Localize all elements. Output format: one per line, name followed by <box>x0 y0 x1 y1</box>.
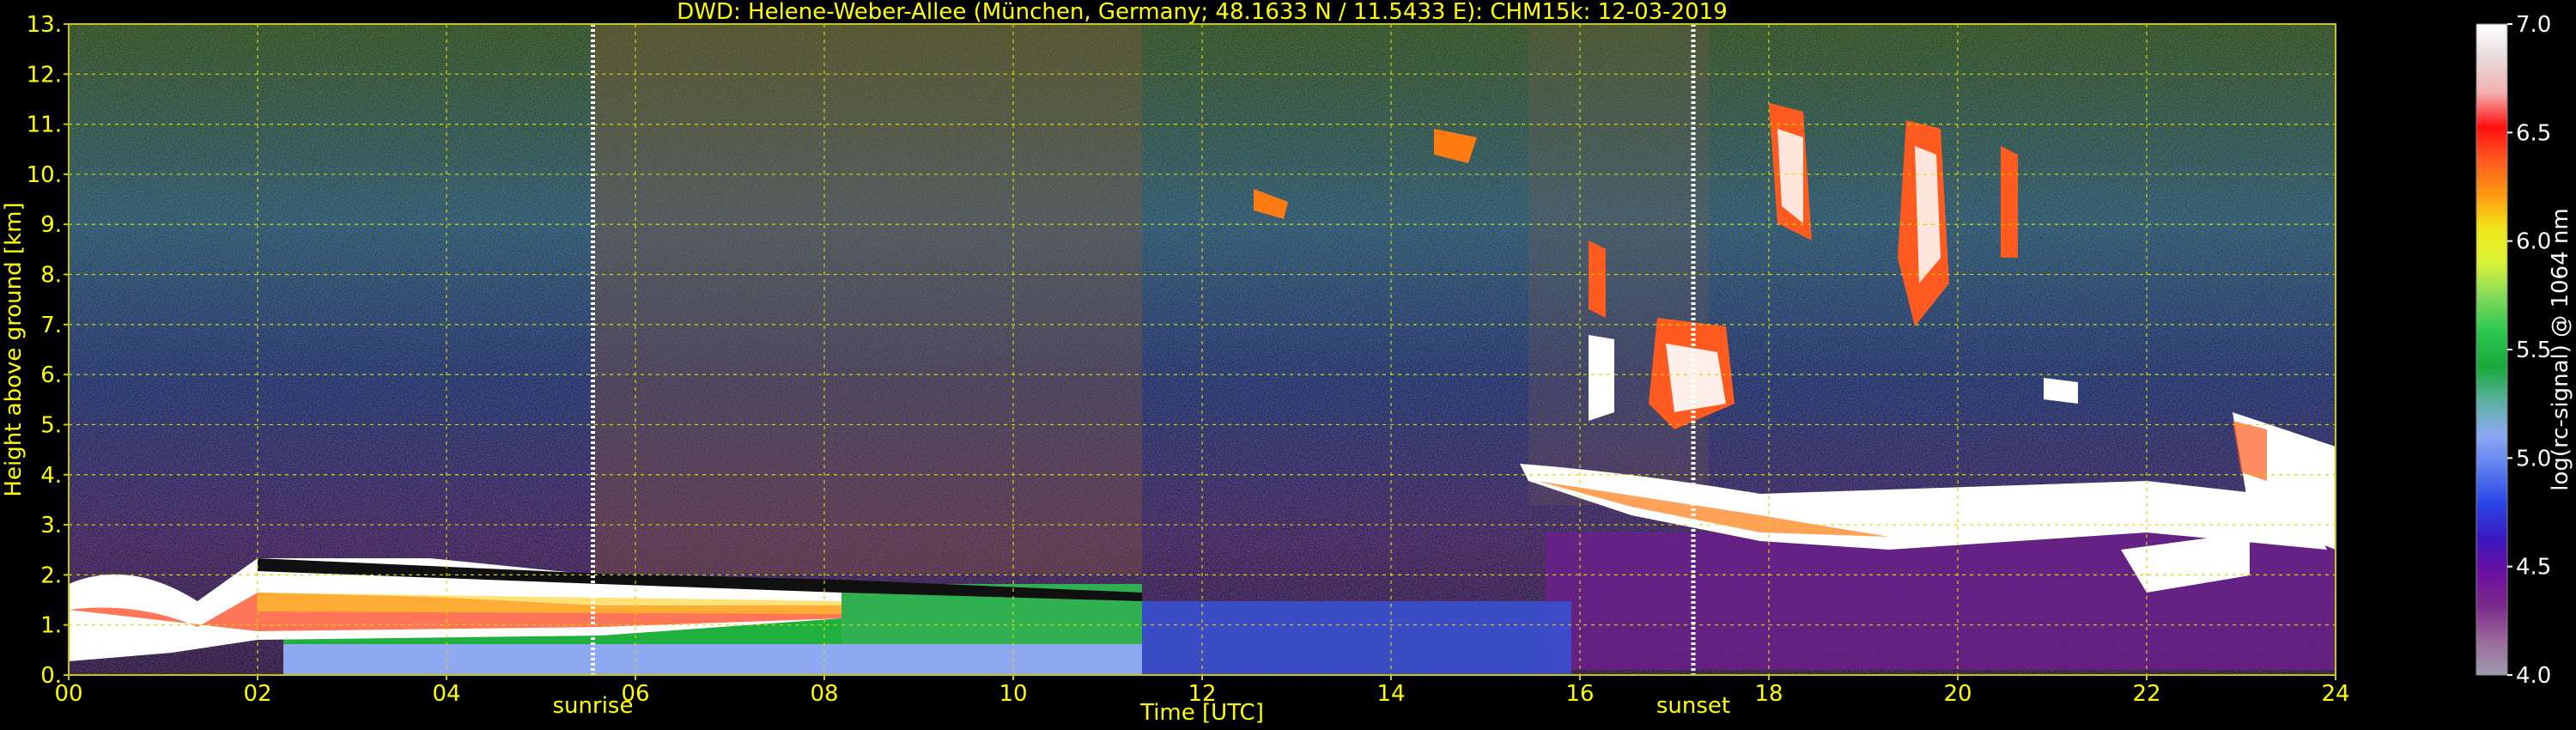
colorbar-tick-label: 6.0 <box>2516 229 2551 255</box>
y-axis-label: Height above ground [km] <box>1 202 27 496</box>
sun-event-label: sunset <box>1656 693 1730 719</box>
colorbar-label: log(rc-signal) @ 1064 nm <box>2548 208 2573 490</box>
y-tick-label: 13. <box>27 12 62 38</box>
y-tick-label: 11. <box>27 113 62 138</box>
x-tick-label: 20 <box>1943 681 1971 707</box>
colorbar-tick-label: 7.0 <box>2516 12 2551 38</box>
y-tick-label: 9. <box>40 212 62 238</box>
x-tick-label: 18 <box>1754 681 1783 707</box>
x-tick-label: 24 <box>2321 681 2349 707</box>
ceilometer-chart: sunrise sunset 00 02 04 06 08 10 12 14 16 18 20 22 24… <box>1 0 2573 726</box>
x-tick-label: 22 <box>2132 681 2160 707</box>
colorbar-tick-label: 4.5 <box>2516 555 2551 581</box>
x-tick-label: 14 <box>1376 681 1405 707</box>
y-ticks: 0. 1. 2. 3. 4. 5. 6. 7. 8. 9. 10. 11. 12. 13. <box>27 12 69 689</box>
x-tick-label: 10 <box>999 681 1027 707</box>
x-axis-label: Time [UTC] <box>1139 700 1264 726</box>
y-tick-label: 4. <box>40 463 62 489</box>
x-tick-label: 04 <box>432 681 460 707</box>
x-tick-label: 08 <box>810 681 838 707</box>
chart-title: DWD: Helene-Weber-Allee (München, German… <box>677 0 1728 25</box>
x-tick-label: 06 <box>621 681 649 707</box>
y-tick-label: 6. <box>40 362 62 388</box>
y-tick-label: 0. <box>40 663 62 689</box>
x-tick-label: 02 <box>243 681 271 707</box>
y-tick-label: 8. <box>40 263 62 289</box>
y-tick-label: 12. <box>27 62 62 88</box>
x-tick-label: 16 <box>1565 681 1594 707</box>
y-tick-label: 7. <box>40 313 62 338</box>
y-tick-label: 10. <box>27 162 62 188</box>
colorbar-tick-label: 5.0 <box>2516 446 2551 471</box>
y-tick-label: 5. <box>40 412 62 438</box>
y-tick-label: 3. <box>40 513 62 538</box>
y-tick-label: 2. <box>40 563 62 588</box>
colorbar-tick-label: 4.0 <box>2516 663 2551 689</box>
colorbar-tick-label: 5.5 <box>2516 338 2551 363</box>
colorbar-ticks: 4.0 4.5 5.0 5.5 6.0 6.5 7.0 <box>2507 12 2551 689</box>
colorbar-tick-label: 6.5 <box>2516 120 2551 146</box>
colorbar: 4.0 4.5 5.0 5.5 6.0 6.5 7.0 log(rc-signal) @ 1… <box>2476 12 2573 689</box>
y-tick-label: 1. <box>40 613 62 639</box>
